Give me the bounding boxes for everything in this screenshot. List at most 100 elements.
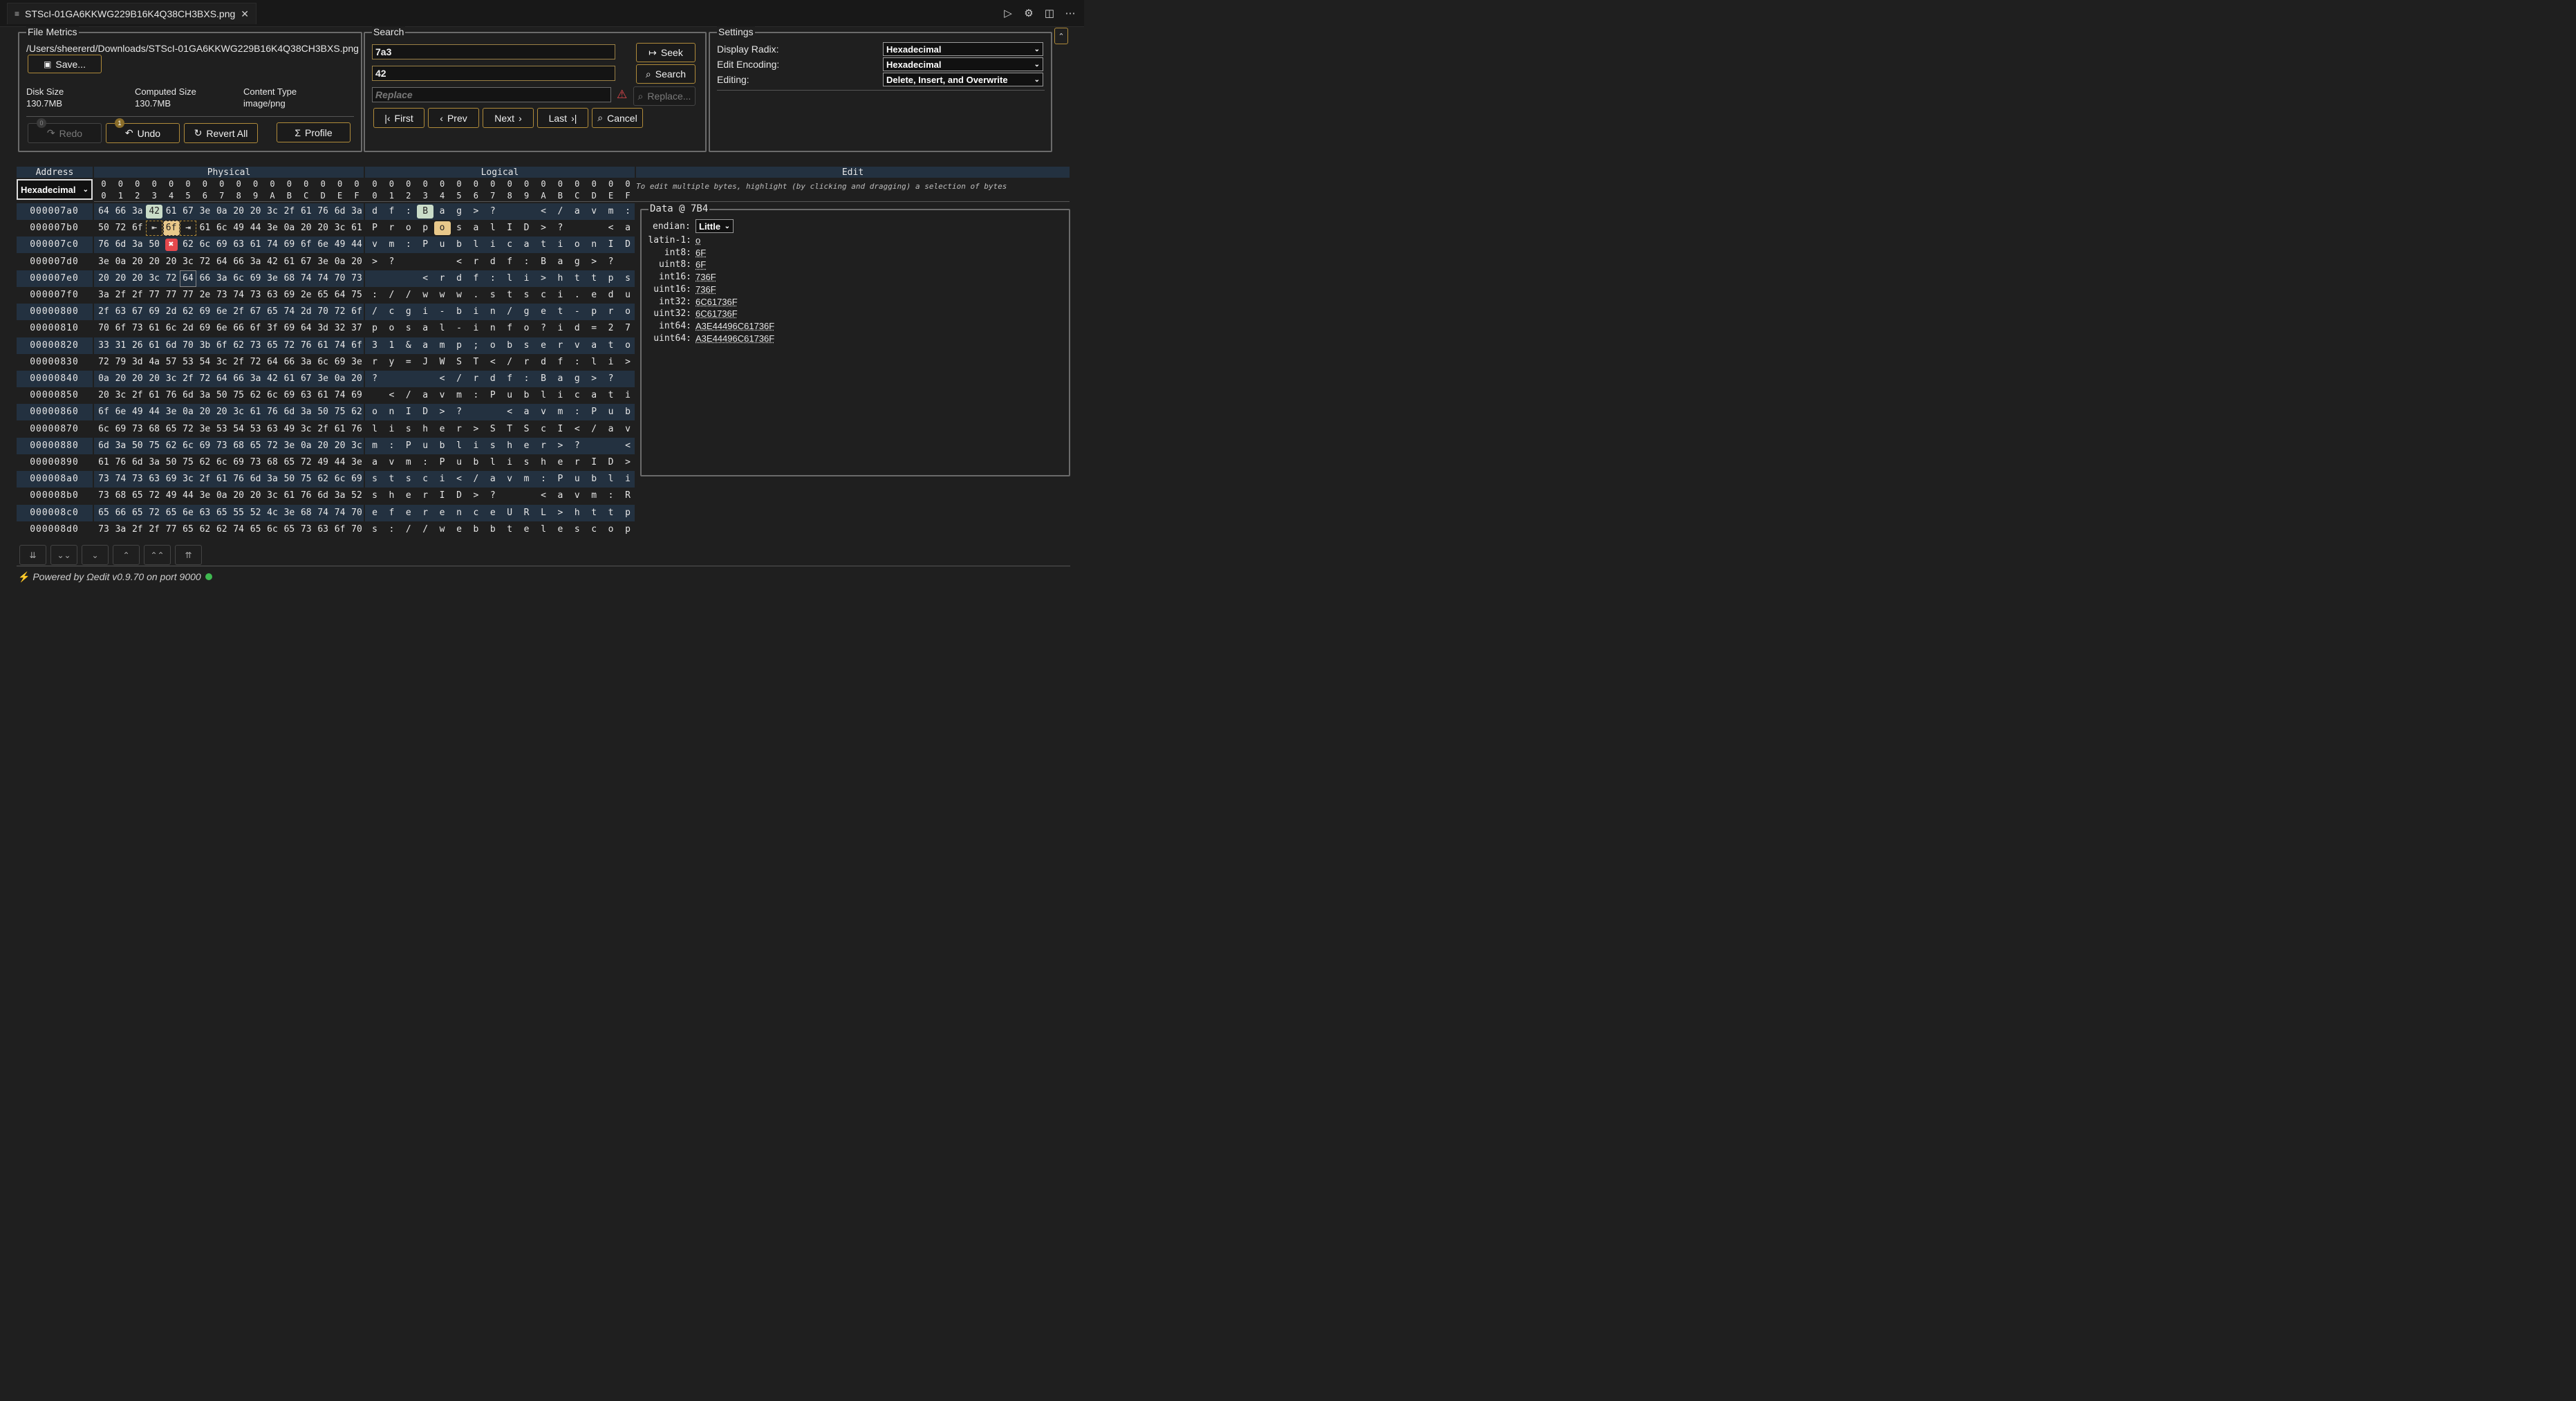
physical-byte-cell[interactable]: 73 (214, 287, 230, 304)
logical-char-cell[interactable]: o (603, 521, 619, 538)
physical-byte-cell[interactable]: 67 (180, 203, 196, 220)
logical-char-cell[interactable]: v (619, 421, 636, 438)
data-field-value[interactable]: 6F (696, 248, 706, 258)
logical-char-cell[interactable]: p (366, 320, 383, 337)
collapse-button[interactable]: ⌃ (1054, 28, 1068, 44)
logical-char-cell[interactable]: > (619, 454, 636, 471)
logical-char-cell[interactable]: > (535, 270, 552, 287)
physical-byte-cell[interactable]: 63 (264, 421, 281, 438)
physical-byte-cell[interactable]: 75 (146, 438, 162, 454)
logical-char-cell[interactable]: v (569, 337, 586, 354)
physical-byte-cell[interactable]: 76 (112, 454, 129, 471)
undo-button[interactable]: 1 ↶ Undo (106, 118, 180, 143)
logical-char-cell[interactable]: a (434, 203, 451, 220)
logical-char-cell[interactable]: < (417, 270, 433, 287)
logical-char-cell[interactable]: d (366, 203, 383, 220)
physical-byte-cell[interactable]: 3e (163, 404, 180, 420)
physical-byte-cell[interactable]: 62 (214, 521, 230, 538)
physical-byte-cell[interactable]: 20 (230, 488, 247, 504)
logical-char-cell[interactable]: P (586, 404, 602, 420)
physical-byte-cell[interactable]: 74 (264, 236, 281, 253)
data-field-value[interactable]: 6F (696, 259, 706, 270)
physical-byte-cell[interactable]: 79 (112, 354, 129, 371)
physical-byte-cell[interactable]: 6c (230, 270, 247, 287)
physical-byte-cell[interactable]: 61 (348, 220, 365, 236)
logical-char-cell[interactable]: y (383, 354, 400, 371)
logical-char-cell[interactable]: e (451, 521, 467, 538)
logical-char-cell[interactable]: - (569, 304, 586, 320)
logical-char-cell[interactable]: c (535, 287, 552, 304)
logical-char-cell[interactable]: l (501, 270, 518, 287)
logical-char-cell[interactable]: a (519, 236, 535, 253)
logical-char-cell[interactable] (400, 270, 417, 287)
logical-char-cell[interactable]: a (467, 220, 484, 236)
logical-char-cell[interactable]: f (501, 320, 518, 337)
logical-char-cell[interactable]: c (501, 236, 518, 253)
physical-byte-cell[interactable]: 53 (214, 421, 230, 438)
logical-char-cell[interactable]: m (586, 488, 602, 504)
physical-byte-cell[interactable]: 73 (95, 521, 112, 538)
physical-byte-cell[interactable]: 3c (332, 220, 348, 236)
physical-byte-cell[interactable]: 3d (315, 320, 331, 337)
physical-byte-cell[interactable]: 67 (298, 371, 315, 387)
physical-byte-cell[interactable]: 63 (146, 471, 162, 488)
physical-byte-cell[interactable]: 74 (230, 521, 247, 538)
physical-byte-cell[interactable]: 72 (146, 488, 162, 504)
physical-byte-cell[interactable]: 52 (248, 505, 264, 521)
logical-char-cell[interactable]: i (467, 304, 484, 320)
logical-char-cell[interactable]: : (569, 354, 586, 371)
physical-byte-cell[interactable]: 61 (214, 471, 230, 488)
physical-byte-cell[interactable]: 72 (332, 304, 348, 320)
logical-char-cell[interactable]: : (569, 404, 586, 420)
physical-byte-cell[interactable]: 3c (163, 371, 180, 387)
logical-char-cell[interactable]: t (501, 287, 518, 304)
physical-byte-cell[interactable]: 6c (196, 236, 213, 253)
physical-byte-cell[interactable]: 62 (180, 236, 196, 253)
physical-byte-cell[interactable]: 62 (180, 304, 196, 320)
logical-char-cell[interactable]: h (501, 438, 518, 454)
physical-byte-cell[interactable]: 6c (163, 320, 180, 337)
physical-byte-cell[interactable]: 61 (281, 371, 297, 387)
physical-byte-cell[interactable]: 6f (348, 304, 365, 320)
logical-char-cell[interactable]: B (535, 254, 552, 270)
logical-char-cell[interactable]: i (485, 236, 501, 253)
logical-char-cell[interactable] (417, 254, 433, 270)
logical-char-cell[interactable]: b (485, 521, 501, 538)
logical-char-cell[interactable] (501, 488, 518, 504)
physical-byte-cell[interactable]: 3a (146, 454, 162, 471)
physical-byte-cell[interactable]: 65 (214, 505, 230, 521)
logical-char-cell[interactable]: S (451, 354, 467, 371)
logical-char-cell[interactable]: b (619, 404, 636, 420)
logical-char-cell[interactable]: t (383, 471, 400, 488)
close-icon[interactable]: ✕ (241, 8, 249, 20)
logical-char-cell[interactable]: a (586, 387, 602, 404)
logical-char-cell[interactable] (434, 254, 451, 270)
physical-byte-cell[interactable]: 20 (196, 404, 213, 420)
physical-byte-cell[interactable]: 2d (180, 320, 196, 337)
logical-char-cell[interactable]: v (535, 404, 552, 420)
physical-byte-cell[interactable]: 20 (298, 220, 315, 236)
physical-byte-cell[interactable]: 3a (298, 354, 315, 371)
logical-char-cell[interactable]: c (467, 505, 484, 521)
physical-byte-cell[interactable]: 76 (298, 488, 315, 504)
physical-byte-cell[interactable]: 49 (129, 404, 146, 420)
physical-byte-cell[interactable]: 66 (230, 254, 247, 270)
logical-char-cell[interactable]: r (569, 454, 586, 471)
logical-char-cell[interactable]: a (552, 254, 568, 270)
logical-char-cell[interactable]: c (383, 304, 400, 320)
logical-char-cell[interactable]: : (417, 454, 433, 471)
physical-byte-cell[interactable]: 0a (298, 438, 315, 454)
logical-char-cell[interactable]: m (451, 387, 467, 404)
physical-byte-cell[interactable]: 3c (180, 254, 196, 270)
logical-char-cell[interactable]: 2 (603, 320, 619, 337)
logical-char-cell[interactable]: e (535, 304, 552, 320)
physical-byte-cell[interactable]: 65 (129, 488, 146, 504)
logical-char-cell[interactable]: u (501, 387, 518, 404)
physical-byte-cell[interactable]: 50 (214, 387, 230, 404)
logical-char-cell[interactable]: v (383, 454, 400, 471)
logical-char-cell[interactable]: c (586, 521, 602, 538)
physical-byte-cell[interactable]: 3c (214, 354, 230, 371)
logical-char-cell[interactable]: c (569, 387, 586, 404)
physical-byte-cell[interactable]: 69 (281, 387, 297, 404)
logical-char-cell[interactable]: / (501, 354, 518, 371)
